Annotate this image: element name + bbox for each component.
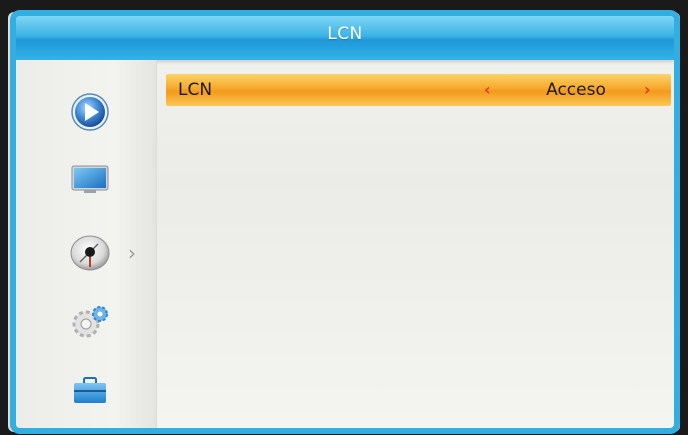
arrow-right-icon[interactable]: › bbox=[644, 80, 651, 99]
page-title: LCN bbox=[327, 24, 363, 44]
play-icon bbox=[71, 93, 109, 131]
setting-label: LCN bbox=[178, 80, 213, 100]
sidebar-item-settings[interactable] bbox=[68, 304, 112, 340]
chevron-right-icon: › bbox=[128, 241, 136, 265]
sidebar-item-picture[interactable] bbox=[68, 162, 112, 198]
arrow-left-icon[interactable]: ‹ bbox=[484, 80, 491, 99]
setting-row-lcn[interactable]: LCN ‹ Acceso › bbox=[166, 74, 671, 106]
gears-icon bbox=[72, 306, 108, 338]
sidebar-item-playback[interactable] bbox=[68, 92, 112, 131]
settings-panel: LCN ‹ Acceso › bbox=[166, 74, 671, 428]
toolbox-icon bbox=[74, 377, 106, 403]
sidebar-item-tools[interactable] bbox=[68, 372, 112, 408]
title-bar: LCN bbox=[16, 16, 674, 60]
menu-window: LCN › LCN ‹ Acceso › bbox=[10, 10, 680, 434]
sidebar-item-channel-search[interactable] bbox=[68, 232, 112, 271]
setting-value: Acceso bbox=[546, 80, 606, 100]
monitor-icon bbox=[71, 165, 109, 193]
satellite-dish-icon bbox=[70, 235, 110, 271]
sidebar: › bbox=[16, 60, 157, 428]
